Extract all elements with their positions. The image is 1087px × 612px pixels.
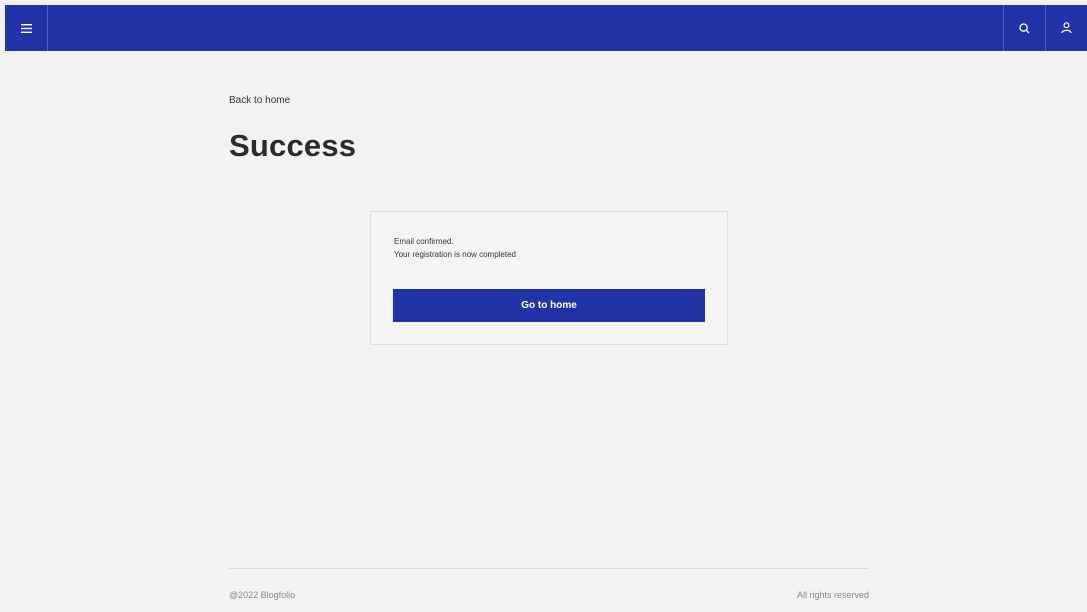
- footer-copyright: @2022 Blogfolio: [229, 590, 296, 600]
- footer-rights-reserved: All rights reserved: [796, 590, 869, 600]
- back-to-home-link[interactable]: Back to home: [229, 95, 290, 106]
- search-icon: [1019, 22, 1030, 33]
- hamburger-menu-icon: [20, 23, 32, 33]
- go-to-home-button[interactable]: Go to home: [393, 289, 705, 322]
- confirmation-message-line-2: Your registration is now completed: [394, 250, 516, 259]
- search-button[interactable]: [1003, 5, 1045, 51]
- confirmation-card: Email confirmed. Your registration is no…: [370, 211, 728, 345]
- top-navigation-bar: [5, 5, 1087, 51]
- page-title: Success: [229, 128, 357, 163]
- confirmation-message-line-1: Email confirmed.: [394, 237, 454, 246]
- user-icon: [1061, 22, 1072, 34]
- account-button[interactable]: [1045, 5, 1087, 51]
- menu-button[interactable]: [5, 5, 48, 51]
- footer-divider: [229, 568, 869, 569]
